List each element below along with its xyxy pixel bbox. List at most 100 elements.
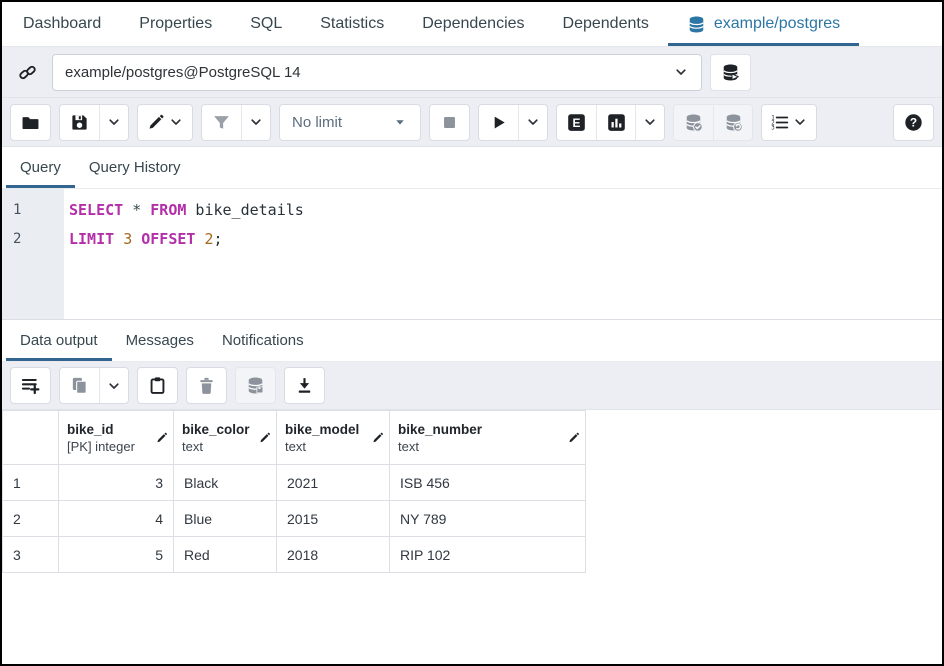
data-cell[interactable]: 2018	[277, 537, 390, 573]
edit-button[interactable]	[138, 105, 192, 140]
sql-token-plain	[114, 230, 123, 248]
filter-icon	[212, 113, 231, 132]
tab-dependencies[interactable]: Dependencies	[403, 2, 543, 46]
table-row: 35Red2018RIP 102	[3, 537, 586, 573]
tab-sql[interactable]: SQL	[231, 2, 301, 46]
copy-button[interactable]	[60, 368, 99, 403]
data-cell[interactable]: NY 789	[390, 501, 586, 537]
table-row: 13Black2021ISB 456	[3, 465, 586, 501]
query-toolbar: No limit E 123?	[2, 98, 942, 147]
edit-pencil-icon[interactable]	[567, 431, 580, 444]
new-connection-button[interactable]	[710, 54, 751, 91]
connection-select[interactable]: example/postgres@PostgreSQL 14	[52, 54, 702, 91]
tab-dependents[interactable]: Dependents	[544, 2, 668, 46]
row-number-cell[interactable]: 1	[3, 465, 59, 501]
explain-options-button[interactable]	[635, 105, 664, 140]
cancel-query-button[interactable]	[430, 105, 469, 140]
tab-dashboard[interactable]: Dashboard	[4, 2, 120, 46]
execute-button[interactable]	[479, 105, 518, 140]
data-cell[interactable]: RIP 102	[390, 537, 586, 573]
column-header-bike-number[interactable]: bike_numbertext	[390, 411, 586, 465]
edit-pencil-icon[interactable]	[155, 431, 168, 444]
execute-options-button[interactable]	[518, 105, 547, 140]
pgadmin-query-tool-window: Dashboard Properties SQL Statistics Dependen…	[0, 0, 944, 666]
row-number-cell[interactable]: 3	[3, 537, 59, 573]
tab-query-history[interactable]: Query History	[75, 147, 195, 188]
add-row-button[interactable]	[11, 368, 50, 403]
folder-icon	[21, 113, 40, 132]
tab-notifications[interactable]: Notifications	[208, 320, 318, 361]
copy-options-button[interactable]	[99, 368, 128, 403]
data-cell[interactable]: Red	[174, 537, 277, 573]
data-cell[interactable]: Blue	[174, 501, 277, 537]
row-number-cell[interactable]: 2	[3, 501, 59, 537]
database-icon	[687, 15, 706, 34]
help-icon: ?	[904, 113, 923, 132]
explain-button[interactable]: E	[557, 105, 596, 140]
commit-db-icon	[684, 113, 703, 132]
line-number: 1	[2, 196, 64, 225]
macros-button[interactable]: 123	[762, 105, 816, 140]
table-row: 24Blue2015NY 789	[3, 501, 586, 537]
svg-text:?: ?	[910, 115, 917, 129]
chevron-down-icon	[168, 114, 184, 130]
data-cell[interactable]: 4	[59, 501, 174, 537]
data-cell[interactable]: 5	[59, 537, 174, 573]
sql-token-plain	[132, 230, 141, 248]
explain-analyze-button[interactable]	[596, 105, 635, 140]
data-cell[interactable]: Black	[174, 465, 277, 501]
tab-query[interactable]: Query	[6, 147, 75, 188]
edit-pencil-icon[interactable]	[371, 431, 384, 444]
column-type: text	[182, 439, 268, 454]
chevron-down-icon	[248, 114, 264, 130]
column-header-bike-model[interactable]: bike_modeltext	[277, 411, 390, 465]
tab-label: Statistics	[320, 15, 384, 33]
filter-options-button[interactable]	[241, 105, 270, 140]
chevron-down-icon	[792, 114, 808, 130]
tab-properties[interactable]: Properties	[120, 2, 231, 46]
stop-icon	[440, 113, 459, 132]
commit-button[interactable]	[674, 105, 713, 140]
subtab-label: Query History	[89, 159, 181, 176]
grid-corner-header[interactable]	[3, 411, 59, 465]
tab-example-postgres[interactable]: example/postgres	[668, 2, 859, 46]
tab-label: Properties	[139, 15, 212, 33]
tab-label: example/postgres	[714, 15, 840, 33]
delete-rows-button[interactable]	[187, 368, 226, 403]
numbered-list-icon: 123	[770, 113, 789, 132]
save-data-button[interactable]	[236, 368, 275, 403]
column-header-bike-id[interactable]: bike_id [PK] integer	[59, 411, 174, 465]
column-header-bike-color[interactable]: bike_colortext	[174, 411, 277, 465]
data-cell[interactable]: ISB 456	[390, 465, 586, 501]
data-cell[interactable]: 2015	[277, 501, 390, 537]
column-name: bike_color	[182, 422, 268, 437]
download-button[interactable]	[285, 368, 324, 403]
connection-status-button[interactable]	[10, 54, 44, 91]
column-type: [PK] integer	[67, 439, 165, 454]
paste-button[interactable]	[138, 368, 177, 403]
download-icon	[295, 376, 314, 395]
filter-button[interactable]	[202, 105, 241, 140]
connection-bar: example/postgres@PostgreSQL 14	[2, 47, 942, 98]
rollback-button[interactable]	[713, 105, 752, 140]
sql-token-keyword: SELECT	[69, 201, 123, 219]
save-button[interactable]	[60, 105, 99, 140]
chevron-down-icon	[525, 114, 541, 130]
save-icon	[70, 113, 89, 132]
help-button[interactable]: ?	[894, 105, 933, 140]
tab-data-output[interactable]: Data output	[6, 320, 112, 361]
tab-statistics[interactable]: Statistics	[301, 2, 403, 46]
data-cell[interactable]: 2021	[277, 465, 390, 501]
tab-messages[interactable]: Messages	[112, 320, 208, 361]
sql-editor[interactable]: 12 SELECT * FROM bike_detailsLIMIT 3 OFF…	[2, 189, 942, 320]
edit-pencil-icon[interactable]	[258, 431, 271, 444]
sql-token-number: 2	[204, 230, 213, 248]
column-name: bike_id	[67, 422, 165, 437]
open-file-button[interactable]	[11, 105, 50, 140]
row-limit-select[interactable]: No limit	[279, 104, 421, 141]
broken-link-icon	[18, 63, 37, 82]
data-cell[interactable]: 3	[59, 465, 174, 501]
subtab-label: Data output	[20, 332, 98, 349]
column-type: text	[285, 439, 381, 454]
save-options-button[interactable]	[99, 105, 128, 140]
